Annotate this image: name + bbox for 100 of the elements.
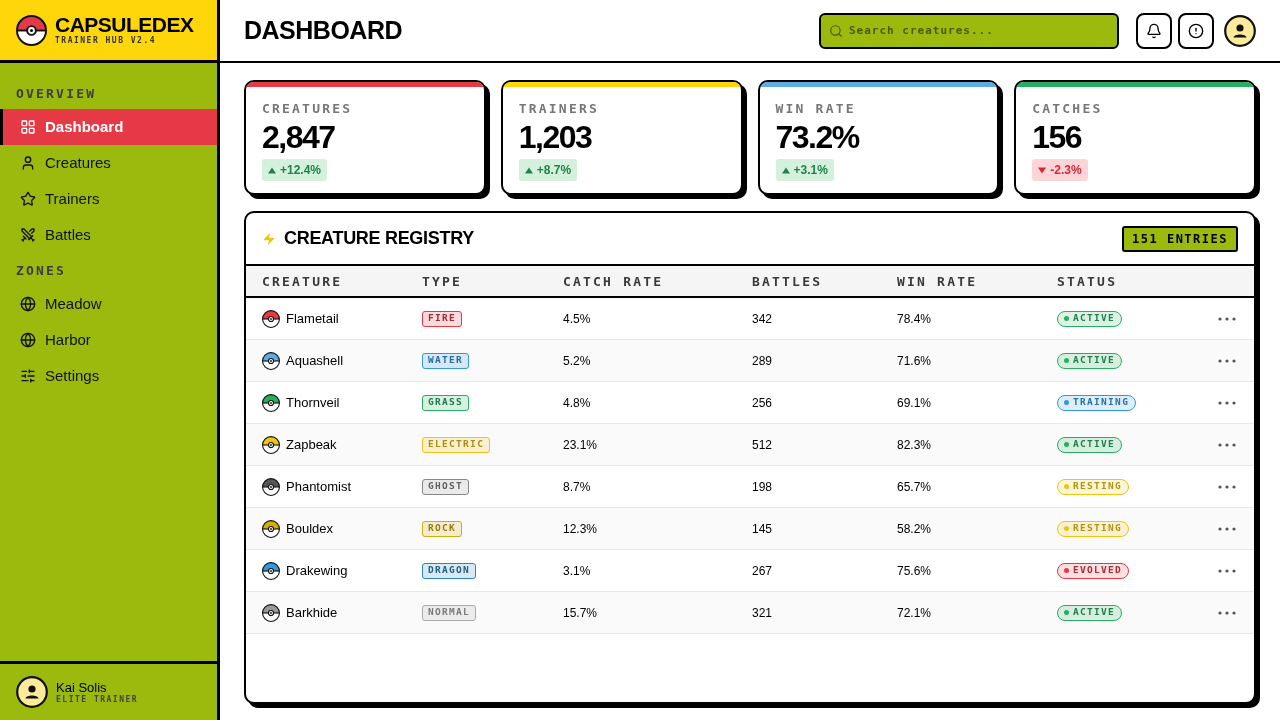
triangle-down-icon xyxy=(1038,166,1047,174)
battles-cell-text: 256 xyxy=(752,394,774,412)
delta-value: -2.3% xyxy=(1050,162,1082,179)
win-rate-cell-text: 82.3% xyxy=(897,436,933,454)
column-heading: BATTLES xyxy=(752,274,823,289)
triangle-up-icon xyxy=(268,166,276,174)
status-label: ACTIVE xyxy=(1073,311,1116,326)
type-tag: GHOST xyxy=(422,478,470,495)
capsule-ball-icon xyxy=(16,14,47,46)
more-icon xyxy=(1218,526,1236,531)
status-label: TRAINING xyxy=(1073,395,1130,410)
battles-cell-text: 145 xyxy=(752,520,774,538)
page-title: DASHBOARD xyxy=(244,14,402,46)
delta-value: +12.4% xyxy=(280,162,322,179)
nav-item[interactable]: Battles xyxy=(0,217,217,253)
entries-count: 151 ENTRIES xyxy=(1122,225,1238,252)
user-name: Kai Solis xyxy=(56,679,108,695)
stat-value: 156 xyxy=(1032,119,1082,155)
creature-name: Phantomist xyxy=(286,477,352,496)
catch-rate-cell-text: 12.3% xyxy=(563,520,599,538)
triangle-up-icon xyxy=(781,166,790,174)
creature-name: Drakewing xyxy=(286,561,348,580)
delta-value: +3.1% xyxy=(793,162,828,179)
type-tag: FIRE xyxy=(422,310,463,327)
nav-item[interactable]: Creatures xyxy=(0,145,217,181)
panel-title: CREATURE REGISTRY xyxy=(284,227,474,250)
status-label: ACTIVE xyxy=(1073,353,1116,368)
more-icon xyxy=(1218,610,1236,615)
more-icon xyxy=(1218,358,1236,363)
stat-label: CREATURES xyxy=(262,101,353,117)
battles-cell-text: 342 xyxy=(752,310,774,328)
catch-rate-cell-text: 5.2% xyxy=(563,352,592,370)
creature-name: Bouldex xyxy=(286,519,333,538)
user-role: ELITE TRAINER xyxy=(56,694,139,705)
win-rate-cell-text: 69.1% xyxy=(897,394,933,412)
battles-cell-text: 267 xyxy=(752,562,774,580)
star-icon xyxy=(20,191,36,207)
nav-item[interactable]: Harbor xyxy=(0,322,217,358)
catch-rate-cell-text: 15.7% xyxy=(563,604,599,622)
win-rate-cell-text: 72.1% xyxy=(897,604,933,622)
creature-name: Thornveil xyxy=(286,393,340,412)
grid-icon xyxy=(20,119,36,135)
status-label: RESTING xyxy=(1073,521,1123,536)
stat-label: WIN RATE xyxy=(775,101,856,117)
lightning-icon xyxy=(262,231,276,246)
win-rate-cell-text: 58.2% xyxy=(897,520,933,538)
swords-icon xyxy=(20,227,36,243)
avatar-icon xyxy=(1224,14,1256,47)
column-heading: TYPE xyxy=(422,274,463,289)
stat-label: CATCHES xyxy=(1032,101,1103,117)
stat-value: 73.2% xyxy=(775,119,859,155)
stat-value: 2,847 xyxy=(262,119,335,155)
more-icon xyxy=(1218,484,1236,489)
globe-icon xyxy=(20,296,36,312)
status-label: ACTIVE xyxy=(1073,605,1116,620)
battles-cell-text: 289 xyxy=(752,352,774,370)
type-tag: ELECTRIC xyxy=(422,436,491,453)
status-label: ACTIVE xyxy=(1073,437,1116,452)
more-icon xyxy=(1218,316,1236,321)
triangle-up-icon xyxy=(524,166,533,174)
nav-item[interactable]: Dashboard xyxy=(0,109,217,145)
profile-button[interactable] xyxy=(1224,14,1256,47)
stat-value: 1,203 xyxy=(518,119,592,155)
more-icon xyxy=(1218,400,1236,405)
sliders-icon xyxy=(20,368,36,384)
catch-rate-cell-text: 4.8% xyxy=(563,394,592,412)
app-name: CAPSULEDEX xyxy=(55,14,194,36)
globe-icon xyxy=(20,332,36,348)
battles-cell-text: 512 xyxy=(752,436,774,454)
creature-name: Barkhide xyxy=(286,603,338,622)
catch-rate-cell-text: 23.1% xyxy=(563,436,599,454)
column-heading: STATUS xyxy=(1057,274,1118,289)
column-heading: CATCH RATE xyxy=(563,274,664,289)
app-subtitle: TRAINER HUB V2.4 xyxy=(55,36,158,46)
nav-item[interactable]: Settings xyxy=(0,358,217,394)
delta-value: +8.7% xyxy=(536,162,572,179)
nav-item[interactable]: Trainers xyxy=(0,181,217,217)
alert-circle-icon xyxy=(1188,22,1204,39)
alerts-button[interactable] xyxy=(1178,12,1214,49)
stat-label: TRAINERS xyxy=(518,101,599,117)
type-tag: WATER xyxy=(422,352,470,369)
section-heading: OVERVIEW xyxy=(16,85,97,104)
win-rate-cell-text: 78.4% xyxy=(897,310,933,328)
search-icon xyxy=(829,23,843,38)
avatar-icon xyxy=(16,676,48,708)
creature-name: Flametail xyxy=(286,309,339,328)
bell-icon xyxy=(1146,22,1162,39)
type-tag: NORMAL xyxy=(422,604,477,621)
creature-name: Zapbeak xyxy=(286,435,337,454)
column-heading: CREATURE xyxy=(262,274,343,289)
notifications-button[interactable] xyxy=(1136,12,1172,49)
search-field[interactable]: Search creatures... xyxy=(819,12,1119,49)
column-heading: WIN RATE xyxy=(897,274,978,289)
nav-item[interactable]: Meadow xyxy=(0,286,217,322)
win-rate-cell-text: 75.6% xyxy=(897,562,933,580)
battles-cell-text: 198 xyxy=(752,478,774,496)
type-tag: DRAGON xyxy=(422,562,477,579)
catch-rate-cell-text: 4.5% xyxy=(563,310,592,328)
status-label: EVOLVED xyxy=(1073,563,1123,578)
section-heading: ZONES xyxy=(16,262,67,281)
